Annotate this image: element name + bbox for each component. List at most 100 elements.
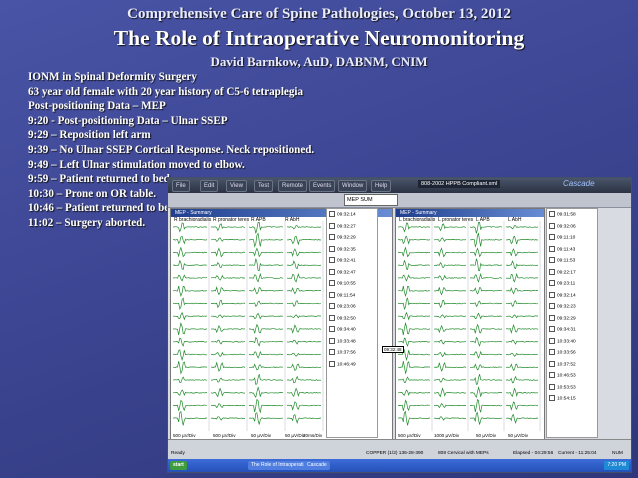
timestamp-entry[interactable]: 10:33:56	[549, 349, 576, 355]
timestamp-entry[interactable]: 09:32:06	[549, 222, 576, 229]
menu-window[interactable]: Window	[338, 180, 368, 192]
checkbox[interactable]	[549, 314, 555, 321]
scale-label: 500 µV/Div	[398, 433, 421, 438]
timestamp-entry[interactable]: 09:10:55	[329, 280, 356, 286]
mep-trace	[398, 222, 431, 233]
menu-edit[interactable]: Edit	[200, 180, 219, 192]
mep-trace	[210, 324, 246, 334]
timestamp-entry[interactable]: 10:33:40	[549, 337, 576, 344]
timestamp-entry[interactable]: 09:32:47	[329, 268, 356, 275]
checkbox[interactable]	[549, 211, 555, 217]
timestamp-entry[interactable]: 09:32:29	[549, 314, 576, 321]
checkbox[interactable]	[549, 326, 555, 332]
timestamp-entry[interactable]: 10:37:52	[549, 360, 576, 367]
timestamp-entry[interactable]: 09:23:11	[549, 280, 575, 286]
timestamp-entry[interactable]: 10:46:49	[329, 360, 356, 367]
checkbox[interactable]	[329, 257, 335, 263]
checkbox[interactable]	[329, 349, 335, 355]
checkbox[interactable]	[549, 349, 555, 355]
status-bar: Ready COPPER (1/2) 136-28-390 808 Cervic…	[168, 439, 631, 460]
timestamp-text: 09:32:47	[337, 269, 356, 275]
timestamp-entry[interactable]: 10:33:48	[329, 337, 356, 344]
checkbox[interactable]	[329, 337, 335, 344]
timestamp-entry[interactable]: 09:11:10	[549, 234, 575, 240]
start-button[interactable]: start	[170, 461, 187, 470]
menu-view[interactable]: View	[226, 180, 247, 192]
menu-test[interactable]: Test	[254, 180, 274, 192]
timestamp-entry[interactable]: 09:32:14	[329, 211, 356, 217]
timestamp-entry[interactable]: 09:11:43	[549, 245, 575, 252]
checkbox[interactable]	[329, 326, 335, 332]
mep-trace	[469, 272, 503, 283]
timestamp-text: 09:32:35	[337, 246, 356, 252]
timestamp-entry[interactable]: 10:54:15	[549, 395, 576, 401]
checkbox[interactable]	[329, 268, 335, 275]
mep-trace	[469, 287, 503, 295]
timestamp-text: 09:34:31	[557, 327, 576, 333]
timestamp-entry[interactable]: 09:11:54	[329, 291, 355, 298]
mep-trace	[505, 300, 539, 307]
checkbox[interactable]	[549, 383, 555, 390]
scale-label: 50 µV/Div	[476, 433, 497, 438]
mep-trace	[173, 322, 208, 336]
timestamp-entry[interactable]: 09:32:50	[329, 314, 356, 321]
timestamp-entry[interactable]: 10:46:53	[549, 372, 576, 378]
checkbox[interactable]	[549, 222, 555, 229]
taskbar-item-powerpoint[interactable]: The Role of Intraoperati...	[248, 461, 311, 470]
timestamp-entry[interactable]: 10:37:56	[329, 349, 356, 355]
mep-trace	[433, 351, 467, 358]
checkbox[interactable]	[549, 280, 555, 286]
timestamp-entry[interactable]: 09:34:40	[329, 326, 356, 332]
menu-file[interactable]: File	[172, 180, 190, 192]
checkbox[interactable]	[549, 372, 555, 378]
timestamp-entry[interactable]: 09:34:31	[549, 326, 576, 332]
checkbox[interactable]	[329, 303, 335, 309]
checkbox[interactable]	[329, 211, 335, 217]
checkbox[interactable]	[329, 234, 335, 240]
montage-select[interactable]: MEP SUM	[344, 194, 398, 206]
menu-remote[interactable]: Remote	[278, 180, 308, 192]
checkbox[interactable]	[329, 222, 335, 229]
timestamp-entry[interactable]: 09:31:58	[549, 211, 576, 217]
timestamp-entry[interactable]: 09:23:06	[329, 303, 356, 309]
mep-trace	[286, 401, 322, 411]
bullet-item: 63 year old female with 20 year history …	[28, 85, 304, 98]
checkbox[interactable]	[549, 268, 555, 275]
checkbox[interactable]	[329, 360, 335, 367]
checkbox[interactable]	[329, 291, 335, 298]
timestamp-text: 09:32:29	[557, 315, 576, 321]
checkbox[interactable]	[549, 257, 555, 263]
taskbar-item-cascade[interactable]: Cascade	[304, 461, 330, 470]
checkbox[interactable]	[549, 291, 555, 298]
status-device: COPPER (1/2) 136-28-390	[366, 451, 424, 456]
timestamp-entry[interactable]: 09:32:35	[329, 245, 356, 252]
timestamp-entry[interactable]: 09:32:27	[329, 222, 356, 229]
timestamp-text: 10:53:53	[557, 384, 576, 390]
mep-trace	[397, 297, 431, 311]
checkbox[interactable]	[549, 395, 555, 401]
mep-trace	[470, 363, 503, 371]
timestamp-entry[interactable]: 09:11:53	[549, 257, 575, 263]
mep-trace	[173, 246, 208, 258]
timestamp-entry[interactable]: 09:32:29	[329, 234, 356, 240]
checkbox[interactable]	[549, 360, 555, 367]
timestamp-entry[interactable]: 09:32:14	[549, 291, 576, 298]
checkbox[interactable]	[329, 280, 335, 286]
checkbox[interactable]	[329, 314, 335, 321]
checkbox[interactable]	[549, 234, 555, 240]
timestamp-entry[interactable]: 10:53:53	[549, 383, 576, 390]
mep-trace	[397, 376, 431, 383]
menu-events[interactable]: Events	[309, 180, 336, 192]
timestamp-entry[interactable]: 09:32:23	[549, 303, 576, 309]
checkbox[interactable]	[549, 245, 555, 252]
mep-trace	[248, 398, 284, 414]
checkbox[interactable]	[549, 303, 555, 309]
checkbox[interactable]	[549, 337, 555, 344]
mep-trace	[433, 314, 467, 319]
checkbox[interactable]	[329, 245, 335, 252]
mep-trace	[210, 237, 246, 242]
mep-trace	[397, 259, 431, 271]
timestamp-entry[interactable]: 09:22:17	[549, 268, 576, 275]
timestamp-entry[interactable]: 09:32:41	[329, 257, 356, 263]
menu-help[interactable]: Help	[371, 180, 392, 192]
